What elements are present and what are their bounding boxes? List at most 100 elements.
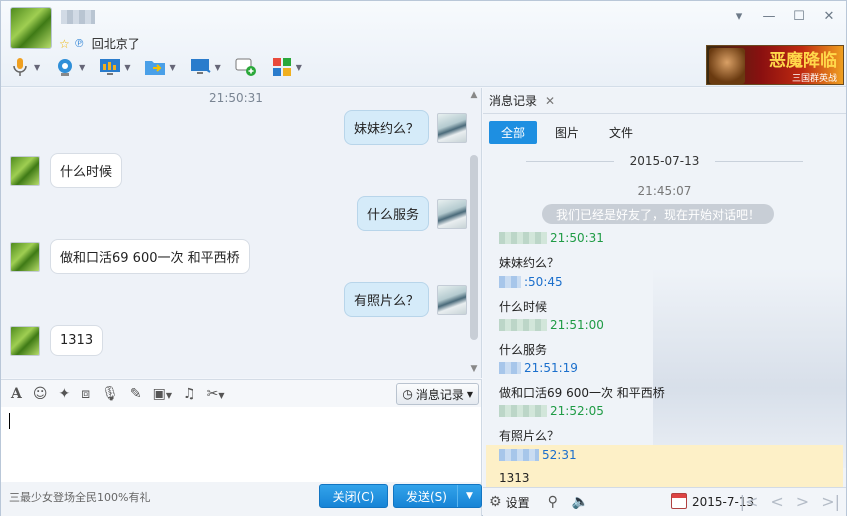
filter-files[interactable]: 文件	[597, 121, 645, 144]
entry-time: 21:51:00	[550, 318, 604, 332]
sender-name-blurred	[499, 319, 547, 331]
first-page-icon[interactable]: |<	[740, 492, 759, 511]
message-history-button[interactable]: ◷ 消息记录 ▼	[396, 383, 479, 405]
message-bubble[interactable]: 有照片么？	[343, 282, 429, 317]
chevron-down-icon[interactable]: ▼	[124, 63, 130, 72]
message-bubble[interactable]: 1313	[50, 325, 104, 356]
message-row: 什么时候	[10, 153, 123, 188]
image-icon[interactable]: ▣▼	[153, 386, 172, 402]
history-entry[interactable]: 52:31 1313	[499, 448, 577, 485]
scrollbar-thumb[interactable]	[470, 155, 478, 340]
scroll-up-icon[interactable]: ▲	[469, 90, 479, 100]
message-timestamp: 21:50:31	[209, 91, 263, 105]
maximize-icon[interactable]: ☐	[792, 9, 806, 24]
voice-call-button[interactable]: ▼	[9, 56, 40, 78]
font-icon[interactable]: A	[11, 386, 22, 402]
history-bottom-bar: ⚙ 设置 ⚲ 🔈 2015-7-13 |< < > >|	[483, 487, 846, 516]
next-page-icon[interactable]: >	[796, 492, 809, 511]
entry-text: 妹妹约么？	[499, 256, 560, 270]
status-row: ☆ ℗ 回北京了	[59, 35, 140, 52]
contact-name-blurred	[61, 10, 95, 24]
entry-time: 21:50:31	[550, 231, 604, 245]
history-entry[interactable]: 21:51:00 什么服务	[499, 318, 604, 358]
sender-name-blurred	[499, 362, 521, 374]
remote-desktop-button[interactable]: ▼	[99, 56, 130, 78]
sender-name-blurred	[499, 449, 539, 461]
message-row: 有照片么？	[343, 282, 467, 317]
close-button[interactable]: 关闭(C)	[319, 484, 388, 508]
folder-icon	[144, 56, 166, 78]
ad-text-link[interactable]: 三最少女登场全民100%有礼	[9, 489, 150, 505]
text-caret	[9, 413, 10, 429]
clock-icon: ◷	[402, 387, 413, 401]
history-entry[interactable]: 21:51:19 做和口活69 600一次 和平西桥	[499, 361, 665, 401]
chevron-down-icon[interactable]: ▼	[296, 63, 302, 72]
message-scrollbar[interactable]: ▲ ▼	[469, 90, 479, 374]
edit-icon[interactable]: ✎	[130, 386, 142, 402]
gear-icon[interactable]: ⚙	[489, 494, 502, 510]
settings-label[interactable]: 设置	[506, 494, 530, 511]
shake-icon[interactable]: ✦	[58, 386, 70, 402]
video-call-button[interactable]: ▼	[54, 56, 85, 78]
screenshot-frame-icon[interactable]: ⧈	[81, 386, 90, 402]
contact-avatar-small[interactable]	[10, 325, 40, 356]
search-icon[interactable]: ⚲	[548, 494, 558, 510]
music-icon[interactable]: ♫	[183, 386, 196, 402]
chevron-down-icon[interactable]: ▼	[34, 63, 40, 72]
last-page-icon[interactable]: >|	[821, 492, 840, 511]
send-file-button[interactable]: ▼	[144, 56, 176, 78]
entry-text: 什么时候	[499, 300, 548, 314]
message-row: 做和口活69 600一次 和平西桥	[10, 239, 250, 274]
message-bubble[interactable]: 做和口活69 600一次 和平西桥	[50, 239, 250, 274]
my-avatar[interactable]	[437, 284, 467, 315]
chevron-down-icon[interactable]: ▼	[169, 63, 175, 72]
scissors-icon[interactable]: ✂▼	[207, 386, 225, 402]
message-bubble[interactable]: 什么服务	[356, 196, 429, 231]
create-discussion-button[interactable]	[235, 56, 257, 78]
message-input[interactable]	[1, 407, 482, 482]
send-options-chevron-icon[interactable]: ▼	[457, 485, 481, 507]
history-entry[interactable]: 21:52:05 有照片么？	[499, 404, 604, 444]
close-tab-icon[interactable]: ✕	[545, 94, 555, 108]
history-background-art	[653, 268, 846, 468]
apps-button[interactable]: ▼	[271, 56, 302, 78]
contact-avatar-small[interactable]	[10, 241, 40, 272]
entry-time: 21:51:19	[524, 361, 578, 375]
filter-all[interactable]: 全部	[489, 121, 538, 144]
entry-time: :50:45	[524, 275, 563, 289]
filter-images[interactable]: 图片	[543, 121, 591, 144]
dropdown-icon[interactable]: ▾	[732, 9, 746, 24]
microphone-icon	[9, 56, 31, 78]
game-ad-banner[interactable]: 恶魔降临 三国群英战	[706, 45, 844, 85]
screen-share-button[interactable]: ▼	[190, 56, 221, 78]
send-button[interactable]: 发送(S) ▼	[393, 484, 482, 508]
tab-label: 消息记录	[489, 94, 538, 108]
calendar-icon[interactable]	[671, 493, 687, 509]
tab-message-history[interactable]: 消息记录 ✕	[489, 92, 555, 109]
entry-text: 有照片么？	[499, 429, 560, 443]
chevron-down-icon: ▼	[466, 389, 473, 399]
my-avatar[interactable]	[437, 198, 467, 229]
message-bubble[interactable]: 什么时候	[50, 153, 123, 188]
contact-avatar[interactable]	[10, 7, 52, 49]
my-avatar[interactable]	[437, 112, 467, 143]
chevron-down-icon[interactable]: ▼	[79, 63, 85, 72]
history-tabbar: 消息记录 ✕	[483, 88, 846, 114]
history-entry[interactable]: :50:45 什么时候	[499, 275, 563, 315]
chat-header: ☆ ℗ 回北京了 ▾ — ☐ ✕ ▼ ▼ ▼ ▼ ▼ ▼ 恶魔降临 三国群英战	[1, 1, 846, 87]
scroll-down-icon[interactable]: ▼	[469, 364, 479, 374]
ad-title: 恶魔降临	[769, 51, 837, 71]
message-bubble[interactable]: 妹妹约么？	[343, 110, 429, 145]
close-icon[interactable]: ✕	[822, 9, 836, 24]
screen-share-icon	[190, 56, 212, 78]
speaker-icon[interactable]: 🔈	[572, 494, 589, 510]
ad-subtitle: 三国群英战	[791, 74, 837, 84]
close-button-label: 关闭(C)	[332, 489, 375, 504]
voice-message-icon[interactable]: 🎙	[101, 386, 119, 402]
contact-avatar-small[interactable]	[10, 155, 40, 186]
chevron-down-icon[interactable]: ▼	[215, 63, 221, 72]
minimize-icon[interactable]: —	[762, 9, 776, 24]
emoji-icon[interactable]: ☺	[33, 386, 48, 402]
prev-page-icon[interactable]: <	[770, 492, 783, 511]
history-entry[interactable]: 21:50:31 妹妹约么？	[499, 231, 604, 271]
